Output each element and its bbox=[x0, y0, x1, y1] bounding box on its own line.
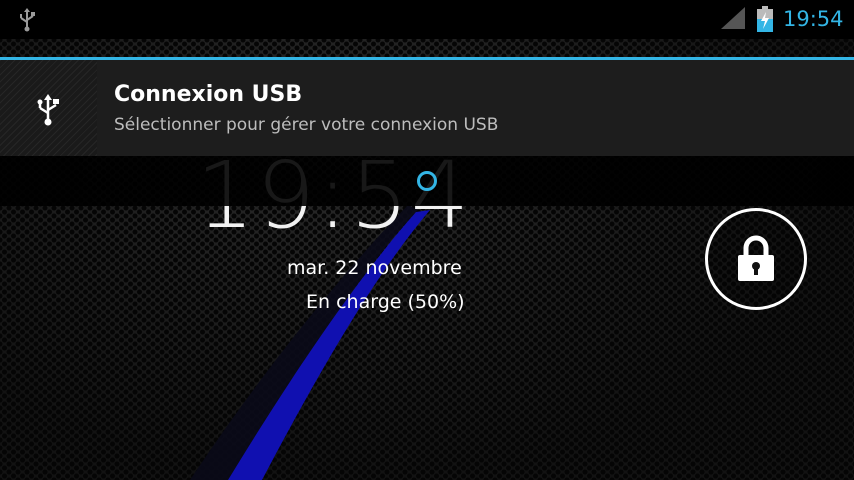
notification-usb[interactable]: Connexion USB Sélectionner pour gérer vo… bbox=[0, 60, 854, 156]
status-bar: 19:54 bbox=[0, 0, 854, 39]
lockscreen-date: mar. 22 novembre bbox=[287, 257, 462, 279]
lock-icon bbox=[738, 235, 774, 281]
charging-status: En charge (50%) bbox=[306, 291, 465, 313]
signal-icon bbox=[721, 7, 745, 29]
notification-text: Sélectionner pour gérer votre connexion … bbox=[114, 115, 499, 135]
status-bar-time: 19:54 bbox=[783, 7, 844, 31]
notification-icon-area bbox=[0, 60, 97, 156]
unlock-handle[interactable] bbox=[705, 208, 807, 310]
usb-icon bbox=[37, 94, 59, 126]
notification-title: Connexion USB bbox=[114, 82, 303, 107]
usb-icon bbox=[20, 8, 35, 32]
battery-charging-icon bbox=[757, 6, 773, 32]
shade-handle-icon[interactable] bbox=[417, 171, 437, 191]
